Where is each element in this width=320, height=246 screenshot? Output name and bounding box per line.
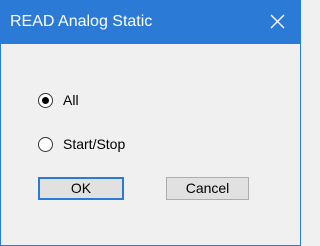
title-bar[interactable]: READ Analog Static — [1, 1, 300, 44]
cancel-button[interactable]: Cancel — [166, 177, 249, 200]
dialog-window: READ Analog Static All Start/Stop OK Can… — [0, 0, 301, 246]
radio-option-start-stop[interactable]: Start/Stop — [38, 134, 125, 154]
close-button[interactable] — [254, 1, 300, 44]
radio-label-all[interactable]: All — [63, 92, 79, 108]
window-title: READ Analog Static — [10, 13, 153, 30]
radio-button-all[interactable] — [38, 92, 53, 108]
close-icon — [270, 14, 285, 29]
ok-button[interactable]: OK — [38, 177, 124, 200]
radio-option-all[interactable]: All — [38, 90, 79, 110]
radio-selected-dot — [42, 96, 49, 104]
radio-button-start-stop[interactable] — [38, 136, 53, 152]
radio-label-start-stop[interactable]: Start/Stop — [63, 136, 125, 152]
